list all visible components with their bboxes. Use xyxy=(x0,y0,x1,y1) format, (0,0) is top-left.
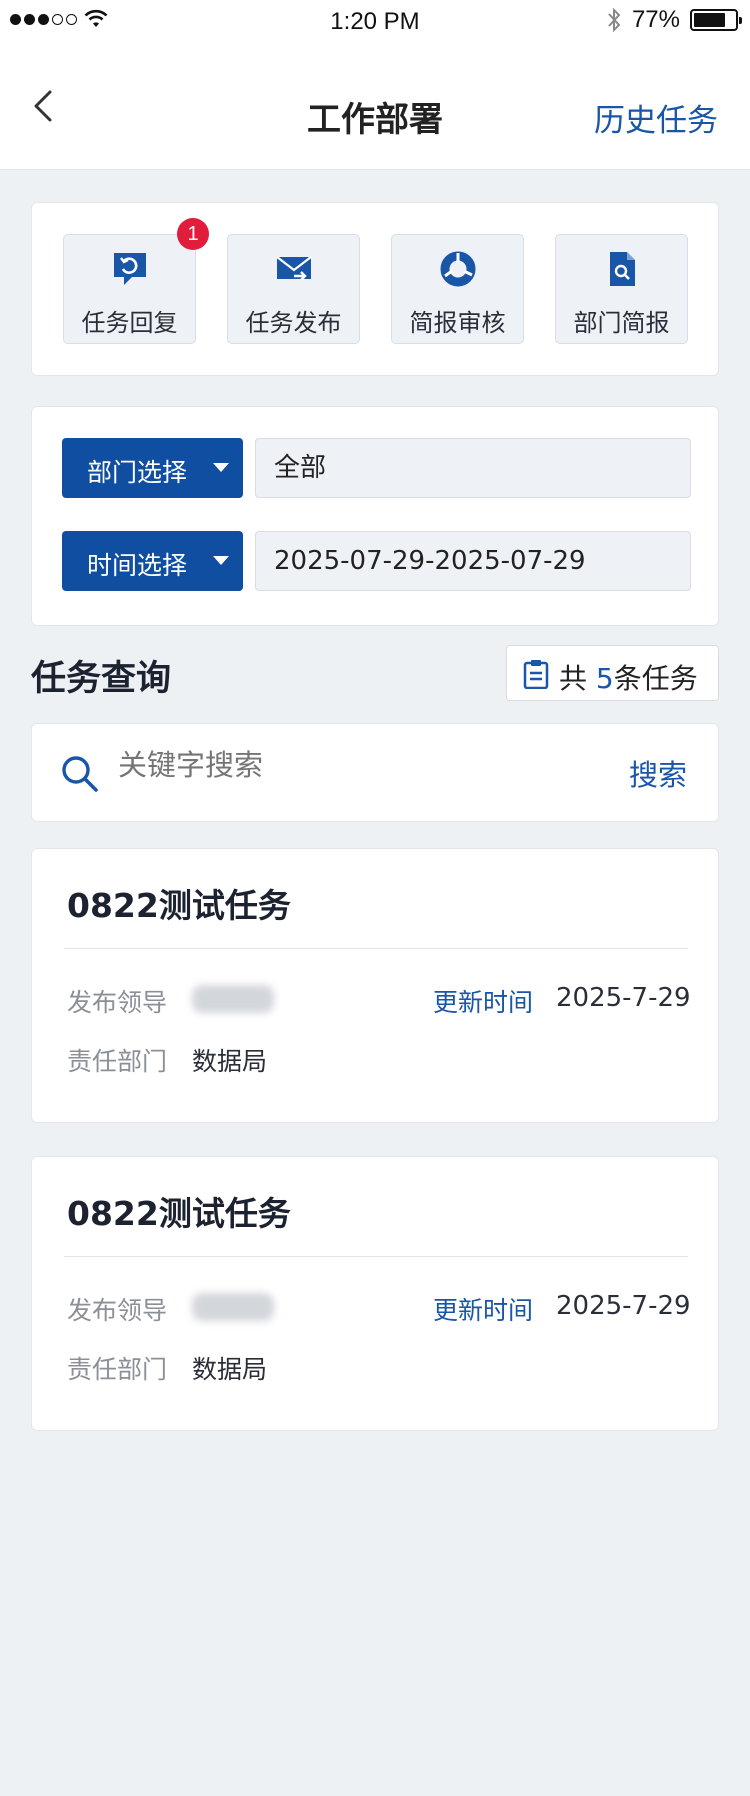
leader-label: 发布领导 xyxy=(67,1296,168,1325)
divider xyxy=(64,1256,688,1257)
dropdown-arrow-icon xyxy=(213,463,229,472)
search-icon xyxy=(62,756,98,792)
status-right: 77% xyxy=(606,6,742,34)
department-label: 责任部门 xyxy=(67,1047,168,1076)
task-count-suffix: 条任务 xyxy=(613,662,698,695)
department-field[interactable]: 全部 xyxy=(255,438,691,498)
time-select-button[interactable]: 时间选择 xyxy=(62,531,243,591)
battery-fill xyxy=(694,13,725,27)
department-select-label: 部门选择 xyxy=(87,458,188,487)
clipboard-icon xyxy=(523,660,549,689)
search-bar: 搜索 xyxy=(31,723,719,822)
mail-forward-icon xyxy=(275,256,312,281)
task-count-badge: 共 5条任务 xyxy=(506,645,719,701)
bluetooth-icon xyxy=(608,7,621,33)
task-title: 0822测试任务 xyxy=(67,1194,291,1233)
department-label: 责任部门 xyxy=(67,1355,168,1384)
brief-review-button[interactable]: 简报审核 xyxy=(391,234,524,344)
department-brief-label: 部门简报 xyxy=(573,309,670,337)
update-time-value: 2025-7-29 xyxy=(556,983,691,1013)
time-select-label: 时间选择 xyxy=(87,551,188,580)
document-search-icon xyxy=(609,252,635,286)
leader-label: 发布领导 xyxy=(67,988,168,1017)
task-query-title: 任务查询 xyxy=(31,659,172,699)
update-time-value: 2025-7-29 xyxy=(556,1291,691,1321)
notification-badge: 1 xyxy=(177,218,209,250)
reply-icon xyxy=(113,253,146,285)
department-value: 数据局 xyxy=(192,1355,268,1384)
task-title: 0822测试任务 xyxy=(67,886,291,925)
battery-icon xyxy=(690,9,742,31)
quick-actions-panel: 任务回复 1 任务发布 简报审核 部门简报 xyxy=(31,202,719,376)
redacted-leader-name xyxy=(192,985,274,1013)
redacted-leader-name xyxy=(192,1293,274,1321)
task-card[interactable]: 0822测试任务 发布领导 更新时间 2025-7-29 责任部门 数据局 xyxy=(31,848,719,1123)
update-time-label: 更新时间 xyxy=(433,1296,534,1325)
brief-review-label: 简报审核 xyxy=(409,309,506,337)
task-publish-label: 任务发布 xyxy=(245,309,342,337)
task-publish-button[interactable]: 任务发布 xyxy=(227,234,360,344)
department-brief-button[interactable]: 部门简报 xyxy=(555,234,688,344)
task-reply-button[interactable]: 任务回复 1 xyxy=(63,218,209,344)
review-ring-icon xyxy=(440,251,475,287)
search-input[interactable] xyxy=(118,750,558,783)
date-range-field[interactable]: 2025-07-29-2025-07-29 xyxy=(255,531,691,591)
dropdown-arrow-icon xyxy=(213,556,229,565)
filter-panel: 部门选择 全部 时间选择 2025-07-29-2025-07-29 xyxy=(31,406,719,626)
search-button[interactable]: 搜索 xyxy=(629,752,687,794)
divider xyxy=(64,948,688,949)
task-count-prefix: 共 xyxy=(559,662,596,695)
task-card[interactable]: 0822测试任务 发布领导 更新时间 2025-7-29 责任部门 数据局 xyxy=(31,1156,719,1431)
department-value: 数据局 xyxy=(192,1047,268,1076)
task-reply-label: 任务回复 xyxy=(81,309,178,337)
nav-bar: 工作部署 历史任务 xyxy=(0,42,750,170)
battery-percent: 77% xyxy=(631,6,680,33)
department-select-button[interactable]: 部门选择 xyxy=(62,438,243,498)
update-time-label: 更新时间 xyxy=(433,988,534,1017)
status-bar: 1:20 PM 77% xyxy=(0,0,750,42)
task-count-number: 5 xyxy=(595,662,614,695)
history-tasks-link[interactable]: 历史任务 xyxy=(594,95,718,140)
